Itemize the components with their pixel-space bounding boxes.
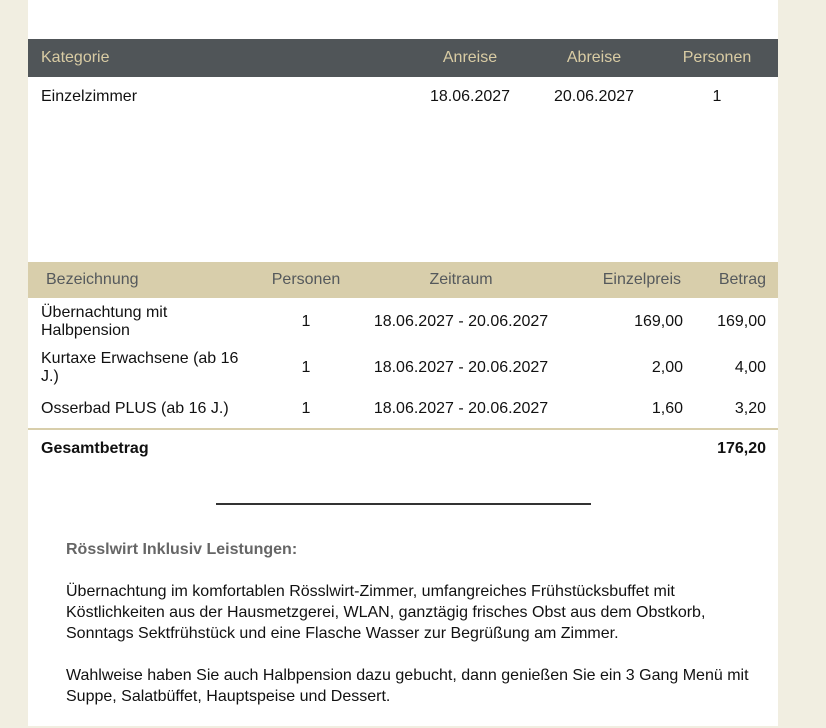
table-row: Osserbad PLUS (ab 16 J.) 1 18.06.2027 - … xyxy=(28,390,778,429)
total-row: Gesamtbetrag 176,20 xyxy=(28,428,778,468)
header-personen: Personen xyxy=(261,262,351,298)
cell-zeitraum: 18.06.2027 - 20.06.2027 xyxy=(373,400,549,417)
inclusive-paragraph: Wahlweise haben Sie auch Halbpension daz… xyxy=(66,667,749,705)
cell-einzelpreis: 1,60 xyxy=(651,400,683,417)
cell-personen: 1 xyxy=(301,359,311,376)
table-row: Übernachtung mit Halbpension 1 18.06.202… xyxy=(28,298,778,346)
cell-betrag: 4,00 xyxy=(734,359,766,376)
divider xyxy=(216,503,591,505)
cell-bezeichnung: Kurtaxe Erwachsene (ab 16 J.) xyxy=(41,350,239,385)
table-row: Kurtaxe Erwachsene (ab 16 J.) 1 18.06.20… xyxy=(28,346,778,390)
cell-betrag: 169,00 xyxy=(717,313,766,330)
items-header-row: Bezeichnung Personen Zeitraum Einzelprei… xyxy=(28,262,778,298)
booking-table: Kategorie Anreise Abreise Personen Einze… xyxy=(28,39,778,117)
cell-personen: 1 xyxy=(301,313,311,330)
booking-row: Einzelzimmer 18.06.2027 20.06.2027 1 xyxy=(28,77,778,117)
cell-einzelpreis: 2,00 xyxy=(651,359,683,376)
items-table: Bezeichnung Personen Zeitraum Einzelprei… xyxy=(28,262,778,468)
cell-zeitraum: 18.06.2027 - 20.06.2027 xyxy=(373,313,549,330)
header-personen: Personen xyxy=(656,39,778,77)
total-label: Gesamtbetrag xyxy=(28,428,691,468)
cell-abreise: 20.06.2027 xyxy=(553,88,635,105)
header-kategorie: Kategorie xyxy=(28,39,408,77)
header-betrag: Betrag xyxy=(691,262,778,298)
cell-kategorie: Einzelzimmer xyxy=(41,88,138,105)
header-abreise: Abreise xyxy=(532,39,656,77)
cell-bezeichnung: Osserbad PLUS (ab 16 J.) xyxy=(41,400,229,417)
cell-betrag: 3,20 xyxy=(734,400,766,417)
inclusive-title: Rösslwirt Inklusiv Leistungen: xyxy=(66,541,298,558)
cell-personen: 1 xyxy=(712,88,722,105)
cell-bezeichnung: Übernachtung mit Halbpension xyxy=(41,304,168,339)
header-bezeichnung: Bezeichnung xyxy=(28,262,261,298)
header-anreise: Anreise xyxy=(408,39,532,77)
cell-personen: 1 xyxy=(301,400,311,417)
header-zeitraum: Zeitraum xyxy=(351,262,571,298)
invoice-paper: Kategorie Anreise Abreise Personen Einze… xyxy=(28,0,778,726)
inclusive-section: Rösslwirt Inklusiv Leistungen: Übernacht… xyxy=(66,539,756,728)
cell-einzelpreis: 169,00 xyxy=(634,313,683,330)
booking-header-row: Kategorie Anreise Abreise Personen xyxy=(28,39,778,77)
inclusive-paragraph: Übernachtung im komfortablen Rösslwirt-Z… xyxy=(66,583,706,642)
cell-zeitraum: 18.06.2027 - 20.06.2027 xyxy=(373,359,549,376)
total-value: 176,20 xyxy=(691,428,778,468)
cell-anreise: 18.06.2027 xyxy=(429,88,511,105)
header-einzelpreis: Einzelpreis xyxy=(571,262,691,298)
